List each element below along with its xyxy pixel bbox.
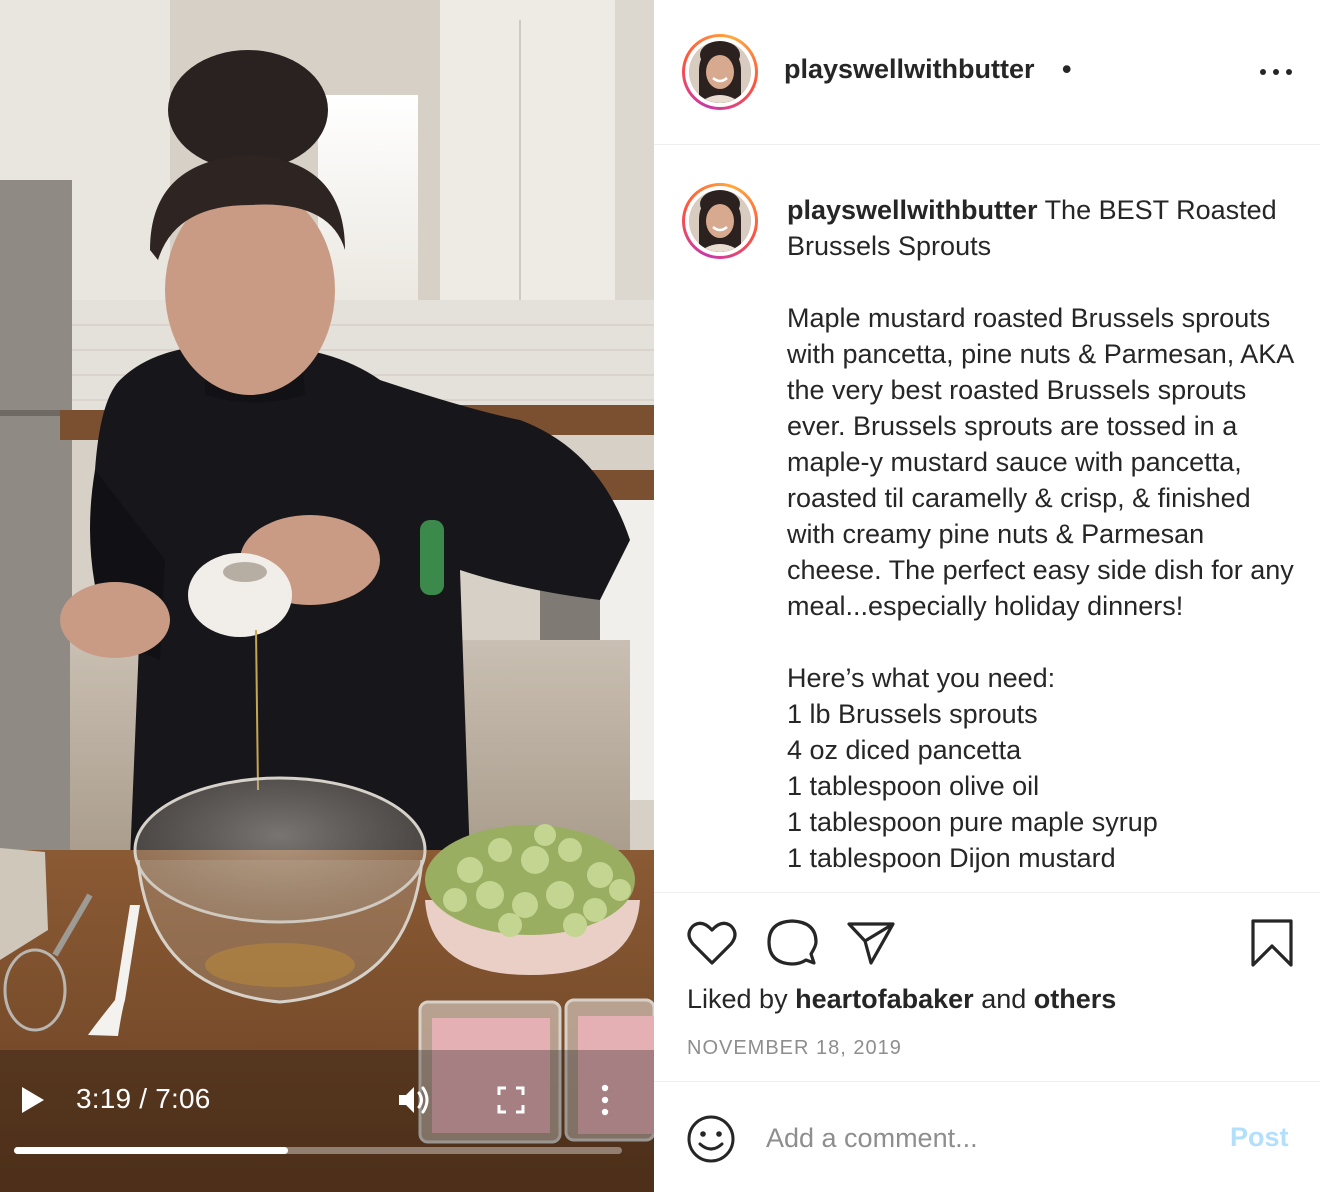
likes-summary: Liked by heartofabaker and others	[687, 984, 1116, 1015]
ingredient-item: 1 tablespoon pure maple syrup	[787, 807, 1158, 837]
bookmark-icon[interactable]	[1250, 918, 1294, 968]
header-avatar[interactable]	[682, 34, 758, 110]
liked-by-prefix: Liked by	[687, 984, 788, 1014]
ingredients-heading: Here’s what you need:	[787, 663, 1056, 693]
ingredient-item: 1 tablespoon Dijon mustard	[787, 843, 1116, 873]
header-separator-dot: •	[1062, 54, 1072, 84]
fullscreen-icon[interactable]	[496, 1085, 526, 1115]
caption-divider	[654, 892, 1320, 893]
profile-photo	[689, 41, 751, 103]
post-date[interactable]: NOVEMBER 18, 2019	[687, 1037, 902, 1060]
post-caption: playswellwithbutter The BEST Roasted Bru…	[787, 192, 1302, 888]
caption-body: Maple mustard roasted Brussels sprouts w…	[787, 303, 1294, 621]
ingredient-item: 1 lb Brussels sprouts	[787, 699, 1038, 729]
video-time-readout: 3:19 / 7:06	[76, 1083, 211, 1114]
play-icon[interactable]	[20, 1085, 46, 1115]
liked-by-user-link[interactable]: heartofabaker	[795, 984, 974, 1014]
liked-by-and: and	[981, 984, 1027, 1014]
comment-divider	[654, 1081, 1320, 1082]
paper-plane-icon[interactable]	[846, 920, 896, 966]
post-panel: playswellwithbutter • playswellwithbutte…	[654, 0, 1320, 1192]
video-progress-fill	[14, 1147, 289, 1154]
smiley-icon[interactable]	[686, 1114, 736, 1164]
profile-photo	[689, 190, 751, 252]
video-frame	[0, 0, 654, 1192]
caption-username[interactable]: playswellwithbutter	[787, 195, 1038, 225]
video-player[interactable]: 3:19 / 7:06	[0, 0, 654, 1192]
ingredient-item: 1 tablespoon olive oil	[787, 771, 1040, 801]
vertical-dots-icon[interactable]	[597, 1082, 613, 1118]
speech-bubble-icon[interactable]	[766, 918, 818, 968]
video-progress-bar[interactable]	[14, 1147, 622, 1154]
header-username[interactable]: playswellwithbutter	[784, 54, 1035, 85]
volume-icon[interactable]	[396, 1082, 432, 1118]
caption-avatar[interactable]	[682, 183, 758, 259]
header-divider	[654, 144, 1320, 145]
comment-input[interactable]	[766, 1116, 1206, 1160]
post-comment-button[interactable]: Post	[1230, 1122, 1289, 1153]
heart-icon[interactable]	[687, 920, 737, 966]
horizontal-dots-icon[interactable]	[1260, 62, 1292, 82]
liked-by-others-link[interactable]: others	[1034, 984, 1117, 1014]
ingredient-item: 4 oz diced pancetta	[787, 735, 1022, 765]
